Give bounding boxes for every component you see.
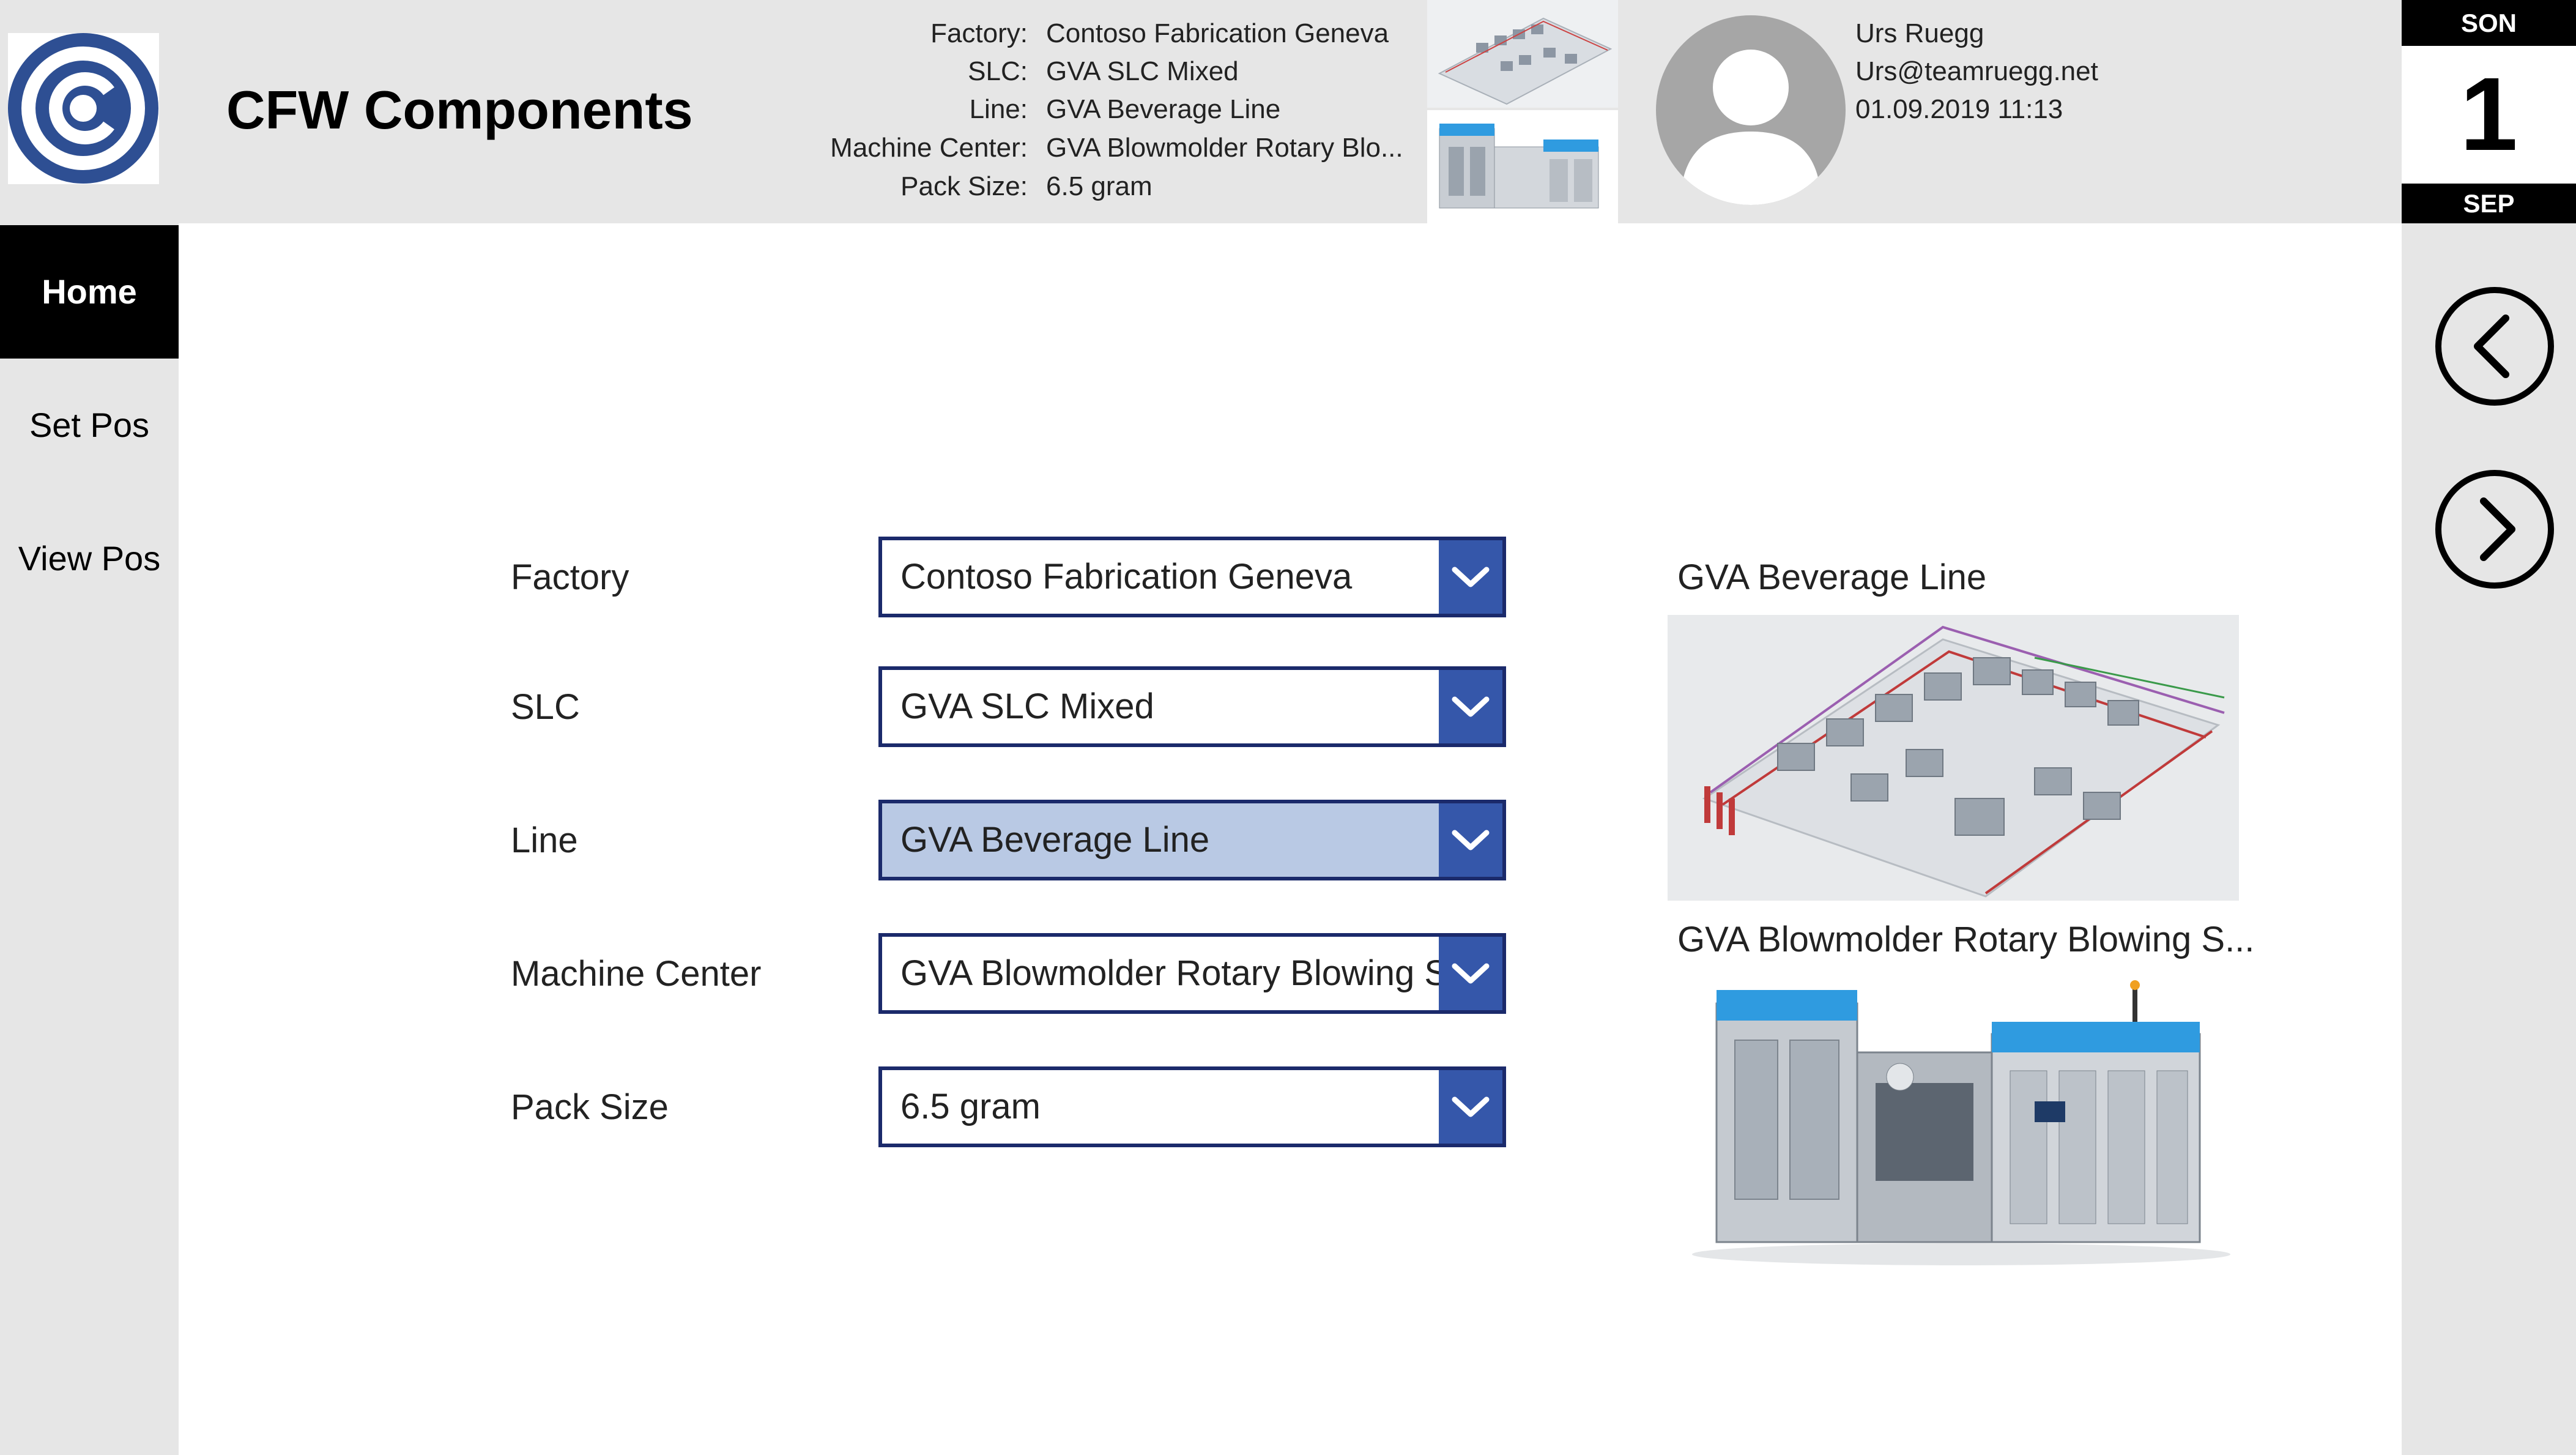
line-dropdown-value: GVA Beverage Line xyxy=(900,820,1210,860)
context-label-factory: Factory: xyxy=(930,18,1028,48)
slc-dropdown[interactable]: GVA SLC Mixed xyxy=(878,666,1506,747)
machine-center-image xyxy=(1668,979,2239,1267)
chevron-down-icon[interactable] xyxy=(1439,937,1502,1010)
chevron-down-icon[interactable] xyxy=(1439,540,1502,614)
user-silhouette-icon xyxy=(1680,50,1821,205)
company-logo xyxy=(8,33,159,184)
machine-center-dropdown[interactable]: GVA Blowmolder Rotary Blowing Sy xyxy=(878,933,1506,1014)
chevron-down-icon[interactable] xyxy=(1439,670,1502,743)
chevron-right-circle-icon xyxy=(2435,470,2554,589)
sidebar-item-view-pos[interactable]: View Pos xyxy=(0,492,179,625)
factory-dropdown[interactable]: Contoso Fabrication Geneva xyxy=(878,537,1506,617)
user-avatar xyxy=(1656,15,1846,205)
machine-center-dropdown-value: GVA Blowmolder Rotary Blowing Sy xyxy=(900,953,1466,993)
line-label: Line xyxy=(511,821,578,860)
sidebar-item-home[interactable]: Home xyxy=(0,225,179,359)
line-layout-image xyxy=(1668,615,2239,901)
app-title: CFW Components xyxy=(226,80,693,140)
forward-button[interactable] xyxy=(2435,469,2555,589)
context-label-line: Line: xyxy=(969,94,1028,124)
chevron-down-icon[interactable] xyxy=(1439,803,1502,877)
line-dropdown[interactable]: GVA Beverage Line xyxy=(878,800,1506,880)
slc-dropdown-value: GVA SLC Mixed xyxy=(900,687,1154,726)
factory-dropdown-value: Contoso Fabrication Geneva xyxy=(900,557,1353,597)
user-email: Urs@teamruegg.net xyxy=(1855,56,2098,86)
context-label-machine-center: Machine Center: xyxy=(830,133,1028,163)
context-label-pack-size: Pack Size: xyxy=(900,171,1028,201)
pack-size-label: Pack Size xyxy=(511,1087,669,1127)
line-image-caption: GVA Beverage Line xyxy=(1677,557,1987,597)
context-value-machine-center: GVA Blowmolder Rotary Blo... xyxy=(1046,133,1403,163)
sidebar-item-set-pos[interactable]: Set Pos xyxy=(0,359,179,492)
pack-size-dropdown-value: 6.5 gram xyxy=(900,1087,1041,1126)
back-button[interactable] xyxy=(2435,286,2555,406)
machine-thumbnail-image xyxy=(1427,110,1618,223)
chevron-down-icon[interactable] xyxy=(1439,1070,1502,1144)
context-value-factory: Contoso Fabrication Geneva xyxy=(1046,18,1389,48)
context-value-line: GVA Beverage Line xyxy=(1046,94,1281,124)
machine-center-label: Machine Center xyxy=(511,954,762,994)
context-label-slc: SLC: xyxy=(968,56,1028,86)
machine-image-caption: GVA Blowmolder Rotary Blowing S... xyxy=(1677,920,2255,959)
line-thumbnail-image xyxy=(1427,0,1618,108)
contoso-c-logo-icon xyxy=(8,33,158,184)
context-value-pack-size: 6.5 gram xyxy=(1046,171,1153,201)
date-month: SEP xyxy=(2402,184,2576,223)
slc-label: SLC xyxy=(511,687,580,727)
current-datetime: 01.09.2019 11:13 xyxy=(1855,94,2063,124)
date-day-number: 1 xyxy=(2402,46,2576,184)
factory-label: Factory xyxy=(511,557,629,597)
chevron-left-circle-icon xyxy=(2435,287,2554,406)
user-name: Urs Ruegg xyxy=(1855,18,1984,48)
context-value-slc: GVA SLC Mixed xyxy=(1046,56,1239,86)
pack-size-dropdown[interactable]: 6.5 gram xyxy=(878,1066,1506,1147)
date-day-name: SON xyxy=(2402,0,2576,46)
